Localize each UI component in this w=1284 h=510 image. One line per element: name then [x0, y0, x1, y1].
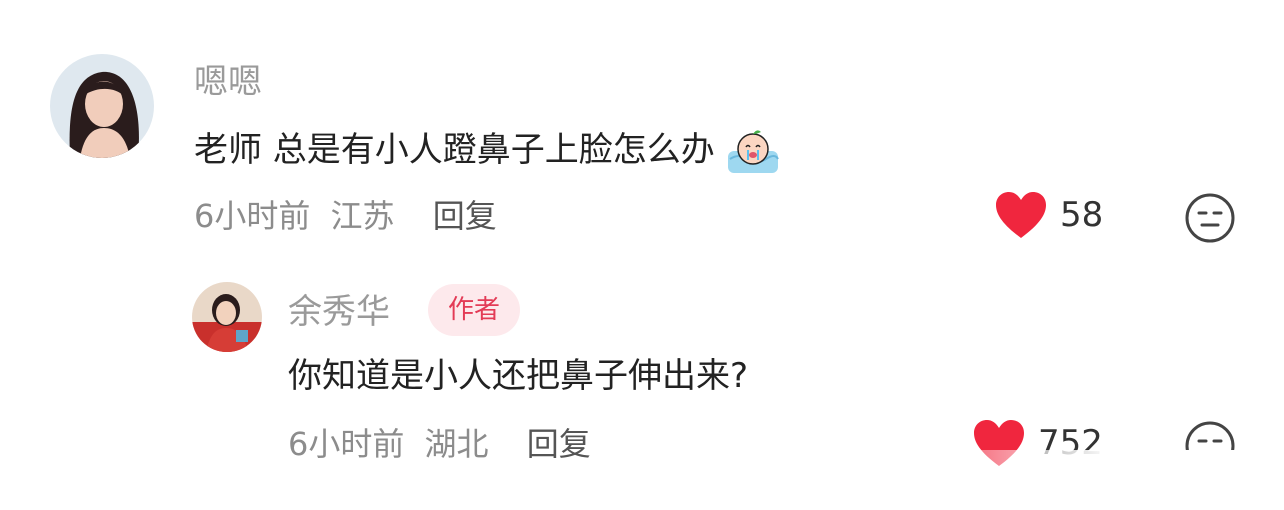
- comment-text: 你知道是小人还把鼻子伸出来?: [288, 356, 749, 396]
- comment-location: 湖北: [424, 425, 489, 463]
- comment-time: 6小时前: [288, 425, 405, 463]
- avatar[interactable]: [50, 54, 154, 158]
- reaction-button[interactable]: [1184, 192, 1236, 248]
- comment-text-content: 老师 总是有小人蹬鼻子上脸怎么办: [194, 130, 715, 170]
- username[interactable]: 嗯嗯: [194, 62, 262, 102]
- author-badge: 作者: [428, 284, 521, 336]
- comment-time: 6小时前: [194, 197, 311, 235]
- comment-location: 江苏: [330, 197, 395, 235]
- avatar-image: [50, 54, 154, 158]
- avatar[interactable]: [192, 282, 262, 352]
- neutral-face-icon: [1185, 193, 1235, 243]
- reply-button[interactable]: 回复: [527, 425, 591, 463]
- bottom-fade-overlay: [900, 450, 1284, 510]
- comment-meta: 6小时前 江苏 回复: [194, 196, 497, 236]
- like-button[interactable]: 58: [994, 190, 1103, 240]
- reply-button[interactable]: 回复: [433, 197, 497, 235]
- comment-text: 老师 总是有小人蹬鼻子上脸怎么办: [194, 128, 780, 175]
- crying-emoji-icon: [726, 129, 780, 175]
- username[interactable]: 余秀华: [288, 292, 390, 332]
- heart-icon: [996, 192, 1046, 238]
- like-count: 58: [1060, 195, 1104, 235]
- avatar-image: [192, 282, 262, 352]
- comment-meta: 6小时前 湖北 回复: [288, 424, 591, 464]
